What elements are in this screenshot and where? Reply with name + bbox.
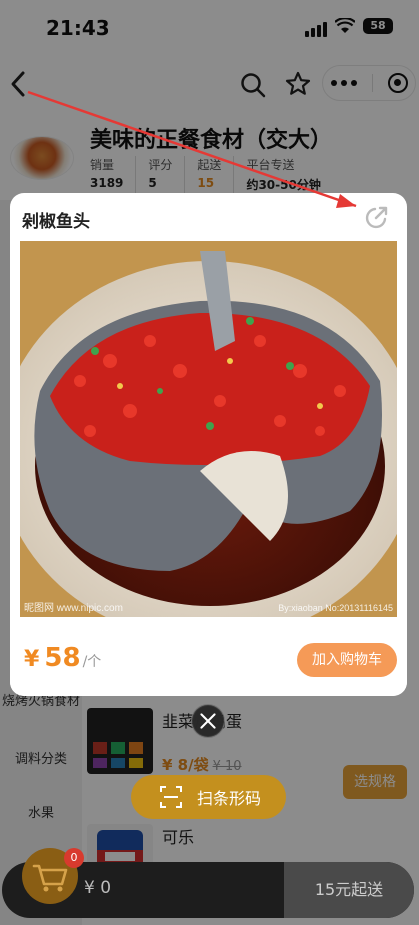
modal-title: 剁椒鱼头 xyxy=(22,212,90,232)
scan-barcode-button[interactable]: 扫条形码 xyxy=(131,775,286,819)
price-value: 58 xyxy=(44,643,81,673)
scan-icon xyxy=(160,786,182,808)
cart-count-badge: 0 xyxy=(64,848,84,868)
watermark-right: By:xiaoban No:20131116145 xyxy=(278,603,393,613)
min-order-button[interactable]: 15元起送 xyxy=(284,862,414,918)
modal-footer: ¥ 58/个 加入购物车 xyxy=(10,619,407,696)
close-icon[interactable] xyxy=(191,704,225,738)
modal-price: ¥ 58/个 xyxy=(24,643,101,673)
scan-label: 扫条形码 xyxy=(197,789,262,808)
price-unit: /个 xyxy=(82,654,102,670)
product-detail-modal: 剁椒鱼头 昵图网 www.nipic.com By:xiaoban No:201… xyxy=(10,193,407,696)
cart-button[interactable]: 0 xyxy=(22,848,84,904)
product-photo: 昵图网 www.nipic.com By:xiaoban No:20131116… xyxy=(20,241,397,617)
add-to-cart-button[interactable]: 加入购物车 xyxy=(297,643,397,677)
watermark-left: 昵图网 www.nipic.com xyxy=(24,602,123,614)
cart-total: ¥ 0 xyxy=(84,878,112,898)
price-currency: ¥ xyxy=(24,647,40,672)
share-icon[interactable] xyxy=(363,205,389,231)
